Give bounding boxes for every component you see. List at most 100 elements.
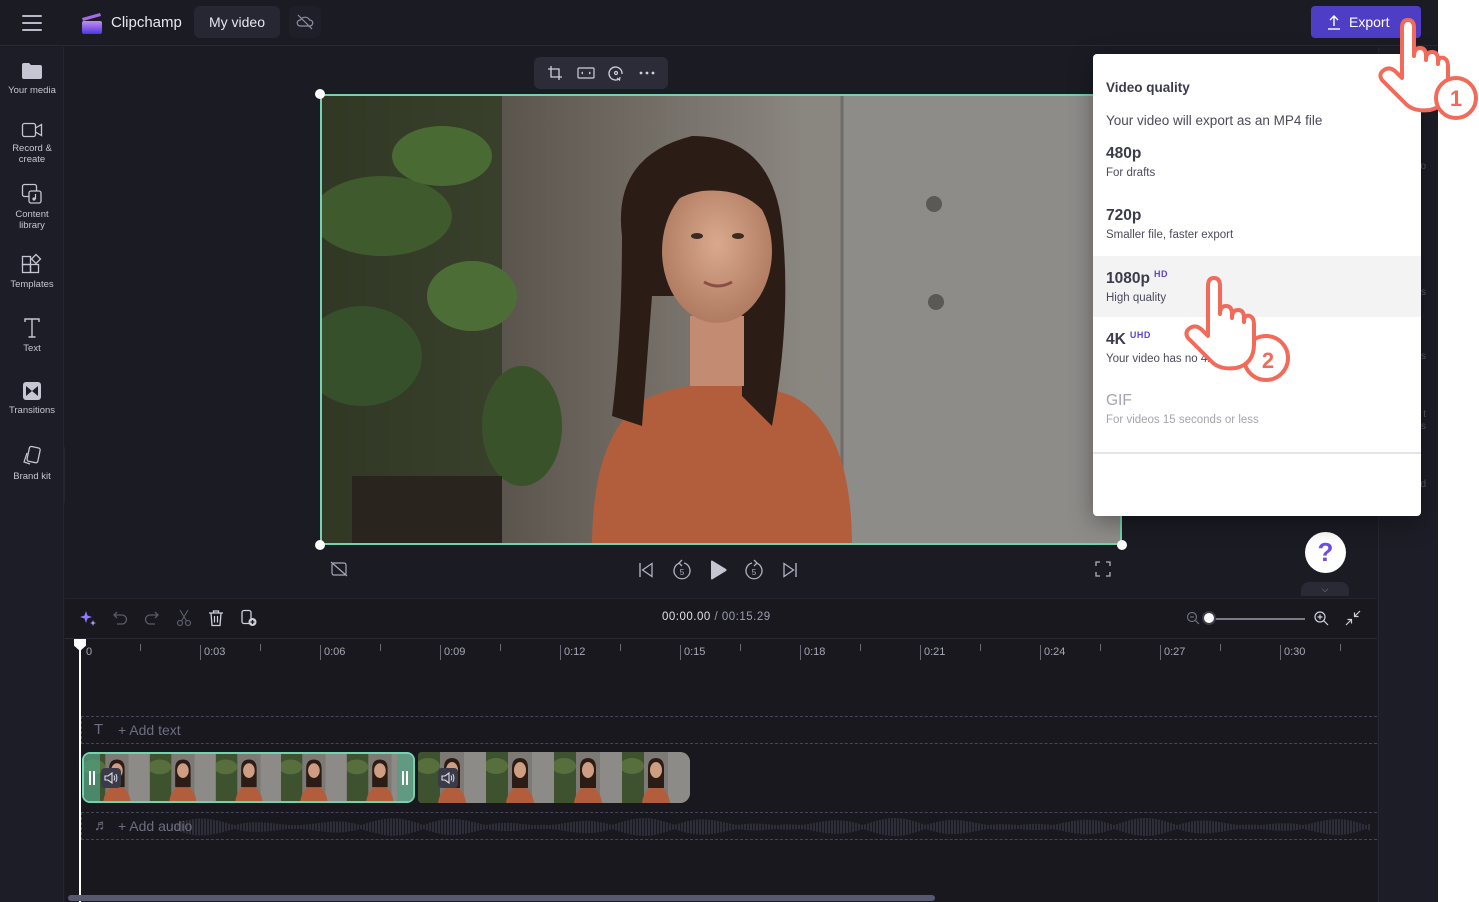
- option-description: For drafts: [1106, 167, 1156, 179]
- sidebar-item-text[interactable]: Text: [0, 317, 64, 354]
- zoom-slider-knob[interactable]: [1202, 611, 1216, 625]
- sidebar-item-record-create[interactable]: Record & create: [0, 121, 64, 165]
- sidebar-item-brand-kit[interactable]: Brand kit: [0, 445, 64, 482]
- timecode: 00:00.00 / 00:15.29: [662, 611, 771, 623]
- resize-handle[interactable]: [1117, 540, 1127, 550]
- fullscreen-icon[interactable]: [1089, 557, 1117, 581]
- step-1-label: 1: [1450, 86, 1462, 111]
- video-clip[interactable]: [418, 752, 690, 803]
- volume-icon[interactable]: [101, 768, 121, 788]
- crop-icon[interactable]: [542, 60, 568, 86]
- fit-timeline-icon[interactable]: [1341, 607, 1365, 629]
- export-option-720p[interactable]: 720p Smaller file, faster export: [1093, 194, 1421, 255]
- ruler-major-tick: [560, 645, 561, 660]
- ruler-minor-tick: [500, 644, 501, 651]
- option-name: GIF: [1106, 392, 1132, 409]
- menu-divider: [1093, 452, 1421, 454]
- ruler-label: 0:30: [1284, 646, 1306, 658]
- export-option-gif[interactable]: GIF For videos 15 seconds or less: [1093, 379, 1421, 440]
- skip-forward-icon[interactable]: [776, 558, 804, 582]
- sidebar-label: Your media: [8, 85, 56, 96]
- ruler-label: 0:06: [324, 646, 346, 658]
- resize-handle[interactable]: [315, 540, 325, 550]
- export-option-480p[interactable]: 480p For drafts: [1093, 132, 1421, 193]
- cloud-off-icon[interactable]: [289, 6, 321, 38]
- rewind-5-icon[interactable]: 5: [668, 558, 696, 582]
- templates-icon: [21, 253, 42, 274]
- zoom-in-icon[interactable]: [1309, 607, 1333, 629]
- captions-off-icon[interactable]: [325, 557, 353, 581]
- video-preview[interactable]: [320, 94, 1122, 545]
- ruler-major-tick: [1280, 645, 1281, 660]
- ruler-minor-tick: [860, 644, 861, 651]
- option-name: 480p: [1106, 145, 1142, 162]
- resize-handle[interactable]: [315, 89, 325, 99]
- sidebar-item-your-media[interactable]: Your media: [0, 61, 64, 96]
- brand-kit-icon: [23, 445, 41, 465]
- ruler-label: 0:12: [564, 646, 586, 658]
- clip-thumbnail: [486, 752, 554, 803]
- add-media-icon[interactable]: [237, 607, 261, 629]
- collapse-panel-button[interactable]: ⌵: [1301, 582, 1349, 596]
- sidebar-item-templates[interactable]: Templates: [0, 253, 64, 290]
- more-icon[interactable]: [634, 60, 660, 86]
- export-label: Export: [1349, 14, 1390, 30]
- export-button[interactable]: Export: [1311, 6, 1421, 38]
- add-text-button[interactable]: + Add text: [118, 722, 181, 738]
- clip-thumbnails: [84, 754, 413, 801]
- upload-icon: [1328, 15, 1340, 30]
- top-bar: Clipchamp My video Export: [0, 0, 1438, 46]
- playhead[interactable]: [79, 639, 81, 902]
- sidebar-label: Record & create: [12, 143, 52, 165]
- chevron-down-icon: ⌵: [1321, 584, 1329, 594]
- add-audio-button[interactable]: + Add audio: [118, 818, 192, 834]
- play-icon[interactable]: [704, 558, 732, 582]
- video-clip-selected[interactable]: [82, 752, 415, 803]
- help-button[interactable]: ?: [1305, 532, 1346, 573]
- project-title-button[interactable]: My video: [194, 6, 280, 38]
- ruler-major-tick: [320, 645, 321, 660]
- ruler-major-tick: [440, 645, 441, 660]
- content-library-icon: [21, 183, 42, 204]
- clipchamp-editor: Clipchamp My video Export Your media Rec…: [0, 0, 1438, 902]
- brand-name: Clipchamp: [111, 14, 182, 31]
- sidebar-label: Content library: [15, 209, 49, 231]
- ruler-label: 0:21: [924, 646, 946, 658]
- ruler-label: 0:03: [204, 646, 226, 658]
- sidebar-item-content-library[interactable]: Content library: [0, 183, 64, 231]
- sidebar-label: Brand kit: [13, 471, 51, 482]
- video-frame: [322, 96, 1120, 543]
- export-option-4k[interactable]: 4K UHD Your video has no 4K media: [1093, 317, 1421, 378]
- text-icon: [24, 318, 40, 338]
- ruler-label: 0:15: [684, 646, 706, 658]
- skip-back-icon[interactable]: [632, 558, 660, 582]
- timeline-toolbar: 00:00.00 / 00:15.29: [65, 599, 1377, 637]
- text-track[interactable]: T + Add text: [81, 716, 1377, 744]
- export-option-1080p[interactable]: 1080p HD High quality: [1093, 256, 1421, 317]
- magic-icon[interactable]: [76, 607, 100, 629]
- undo-icon[interactable]: [108, 607, 132, 629]
- music-note-icon: ♬: [94, 817, 109, 834]
- redo-icon[interactable]: [140, 607, 164, 629]
- forward-5-icon[interactable]: 5: [740, 558, 768, 582]
- trim-handle-right[interactable]: [397, 754, 413, 801]
- context-toolbar: [534, 57, 668, 89]
- split-icon[interactable]: [172, 607, 196, 629]
- timeline-scrollbar[interactable]: [68, 895, 935, 901]
- audio-track[interactable]: ♬ + Add audio: [81, 812, 1377, 840]
- clip-thumbnail: [215, 754, 282, 801]
- ruler-label: 0:09: [444, 646, 466, 658]
- ruler-minor-tick: [980, 644, 981, 651]
- volume-icon[interactable]: [438, 768, 458, 788]
- delete-icon[interactable]: [204, 607, 228, 629]
- sidebar-item-transitions[interactable]: Transitions: [0, 381, 64, 416]
- ruler-minor-tick: [380, 644, 381, 651]
- hamburger-menu-icon[interactable]: [22, 15, 42, 31]
- timeline-ruler[interactable]: 0 0:03 0:06 0:09 0:12 0:15 0:18 0:21 0:24 0:27 0:3…: [65, 638, 1377, 664]
- trim-handle-left[interactable]: [84, 754, 100, 801]
- text-track-icon: T: [94, 721, 104, 738]
- fit-icon[interactable]: [573, 60, 599, 86]
- zoom-slider-track[interactable]: [1211, 618, 1305, 620]
- rotate-icon[interactable]: [603, 60, 629, 86]
- playback-controls: 5 5: [632, 558, 804, 582]
